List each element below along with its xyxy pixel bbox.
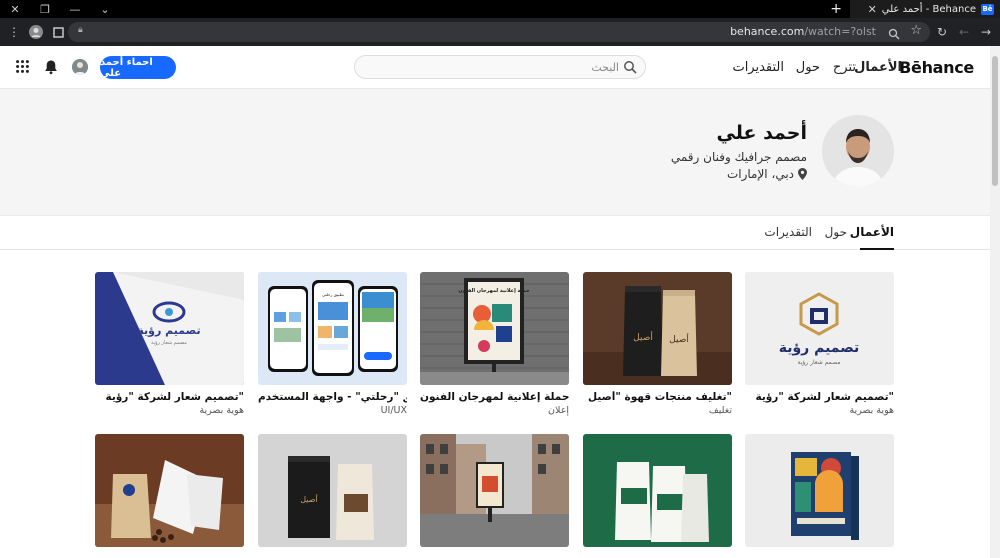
project-thumbnail[interactable] <box>745 434 894 547</box>
svg-text:أصيل: أصيل <box>633 331 653 343</box>
project-thumbnail[interactable]: حملة إعلانية لمهرجان الفنون <box>420 272 569 385</box>
restore-window-icon[interactable]: ❐ <box>38 2 52 16</box>
project-category: تغليف <box>708 405 732 416</box>
project-card[interactable] <box>745 434 894 555</box>
notifications-bell-icon[interactable] <box>44 59 58 75</box>
back-icon[interactable]: → <box>978 24 994 40</box>
project-card[interactable]: تصميم رؤية مصمم شعار رؤية تصميم شعار لشر… <box>745 272 894 416</box>
location-pin-icon <box>798 168 807 180</box>
search-icon <box>624 61 637 74</box>
nav-about[interactable]: حول <box>796 60 820 75</box>
close-window-icon[interactable]: ✕ <box>8 2 22 16</box>
project-card[interactable] <box>420 434 569 555</box>
browser-titlebar: ✕ ❐ — ⌄ + ✕ أحمد علي - Behance Bē <box>0 0 1000 18</box>
project-thumbnail[interactable]: تطبيق رحلتي <box>258 272 407 385</box>
url-text[interactable]: behance.com/watch=?olst <box>730 25 876 38</box>
lock-icon: 🔒︎ <box>78 25 83 35</box>
project-card[interactable] <box>95 434 244 555</box>
zoom-icon[interactable] <box>888 25 900 44</box>
tab-search-icon[interactable] <box>50 24 66 40</box>
tab-works[interactable]: الأعمال <box>850 225 894 239</box>
search-input[interactable]: البحث <box>354 55 646 79</box>
nav-works[interactable]: الأعمال <box>854 60 902 75</box>
profile-name: أحمد علي <box>716 122 808 144</box>
project-card[interactable]: أصيل أصيل تغليف منتجات قهوة "أصيل" تغليف <box>583 272 732 416</box>
project-thumbnail[interactable]: تصميم رؤية مصمم شعار رؤية <box>745 272 894 385</box>
reload-icon[interactable]: ↻ <box>934 24 950 40</box>
profile-location: دبي، الإمارات <box>727 167 807 181</box>
profile-banner: أحمد علي مصمم جرافيك وفنان رقمي دبي، الإ… <box>0 89 990 216</box>
tab-list-chevron-icon[interactable]: ⌄ <box>98 2 112 16</box>
minimize-window-icon[interactable]: — <box>68 2 82 16</box>
project-thumbnail[interactable]: أصيل أصيل <box>583 272 732 385</box>
profile-photo <box>822 115 894 187</box>
svg-text:حملة إعلانية لمهرجان الفنون: حملة إعلانية لمهرجان الفنون <box>458 288 530 294</box>
user-avatar[interactable] <box>72 59 88 75</box>
project-category: هوية بصرية <box>199 405 244 416</box>
browser-menu-icon[interactable]: ⋮ <box>6 24 22 40</box>
project-card[interactable]: حملة إعلانية لمهرجان الفنون حملة إعلانية… <box>420 272 569 416</box>
forward-icon[interactable]: ← <box>956 24 972 40</box>
profile-avatar-icon[interactable] <box>28 24 44 40</box>
tab-appreciations[interactable]: التقديرات <box>764 225 812 239</box>
scrollbar-thumb[interactable] <box>992 56 998 186</box>
browser-toolbar: ⋮ 🔒︎ behance.com/watch=?olst ☆ ↻ ← → <box>0 18 1000 46</box>
project-title[interactable]: تصميم شعار لشركة "رؤية" <box>745 391 894 403</box>
apps-grid-icon[interactable] <box>16 60 29 73</box>
svg-text:مصمم شعار رؤية: مصمم شعار رؤية <box>151 340 187 346</box>
svg-text:أصيل: أصيل <box>669 333 689 345</box>
profile-tabs: الأعمال حول التقديرات <box>0 216 990 250</box>
nav-suggest[interactable]: تترح <box>833 60 856 75</box>
tab-title: أحمد علي - Behance <box>881 3 976 15</box>
svg-text:تصميم رؤية: تصميم رؤية <box>137 324 200 337</box>
active-tab-indicator <box>860 248 894 250</box>
project-thumbnail[interactable]: تصميم رؤية مصمم شعار رؤية <box>95 272 244 385</box>
project-thumbnail[interactable]: أصيل <box>258 434 407 547</box>
project-thumbnail[interactable] <box>95 434 244 547</box>
profile-cta-button[interactable]: احماء أحمد علي <box>100 56 176 79</box>
nav-appreciations[interactable]: التقديرات <box>732 60 784 75</box>
profile-job-title: مصمم جرافيك وفنان رقمي <box>670 150 807 164</box>
svg-text:تطبيق رحلتي: تطبيق رحلتي <box>322 292 344 297</box>
project-card[interactable]: تطبيق رحلتي تطبيق "رحلتي" - واجهة المستخ… <box>258 272 407 416</box>
project-category: إعلان <box>548 405 569 416</box>
browser-tab[interactable]: ✕ أحمد علي - Behance Bē <box>850 0 1000 18</box>
project-thumbnail[interactable] <box>420 434 569 547</box>
behance-logo[interactable]: Bēhance <box>899 58 974 77</box>
site-header: Bēhance الأعمال تترح حول التقديرات البحث… <box>0 46 990 89</box>
behance-favicon-icon: Bē <box>981 3 994 15</box>
project-card[interactable] <box>583 434 732 555</box>
svg-text:تصميم رؤية: تصميم رؤية <box>779 340 860 356</box>
svg-text:أصيل: أصيل <box>300 494 318 504</box>
page-scrollbar[interactable] <box>990 46 1000 558</box>
new-tab-plus-icon[interactable]: + <box>830 1 842 17</box>
svg-text:مصمم شعار رؤية: مصمم شعار رؤية <box>797 359 840 366</box>
address-bar[interactable]: 🔒︎ behance.com/watch=?olst ☆ <box>68 22 930 42</box>
tab-about[interactable]: حول <box>825 225 847 239</box>
search-placeholder: البحث <box>591 61 619 74</box>
project-thumbnail[interactable] <box>583 434 732 547</box>
project-card[interactable]: تصميم رؤية مصمم شعار رؤية تصميم شعار لشر… <box>95 272 244 416</box>
project-category: هوية بصرية <box>849 405 894 416</box>
tab-close-icon[interactable]: ✕ <box>868 3 877 16</box>
project-title[interactable]: تصميم شعار لشركة "رؤية" <box>95 391 244 403</box>
bookmark-star-icon[interactable]: ☆ <box>910 23 922 38</box>
project-card[interactable]: أصيل <box>258 434 407 555</box>
project-title[interactable]: حملة إعلانية لمهرجان الفنون <box>420 391 569 403</box>
project-title[interactable]: تطبيق "رحلتي" - واجهة المستخدم <box>258 391 407 403</box>
project-title[interactable]: تغليف منتجات قهوة "أصيل" <box>583 391 732 403</box>
project-category: UI/UX <box>380 405 407 416</box>
